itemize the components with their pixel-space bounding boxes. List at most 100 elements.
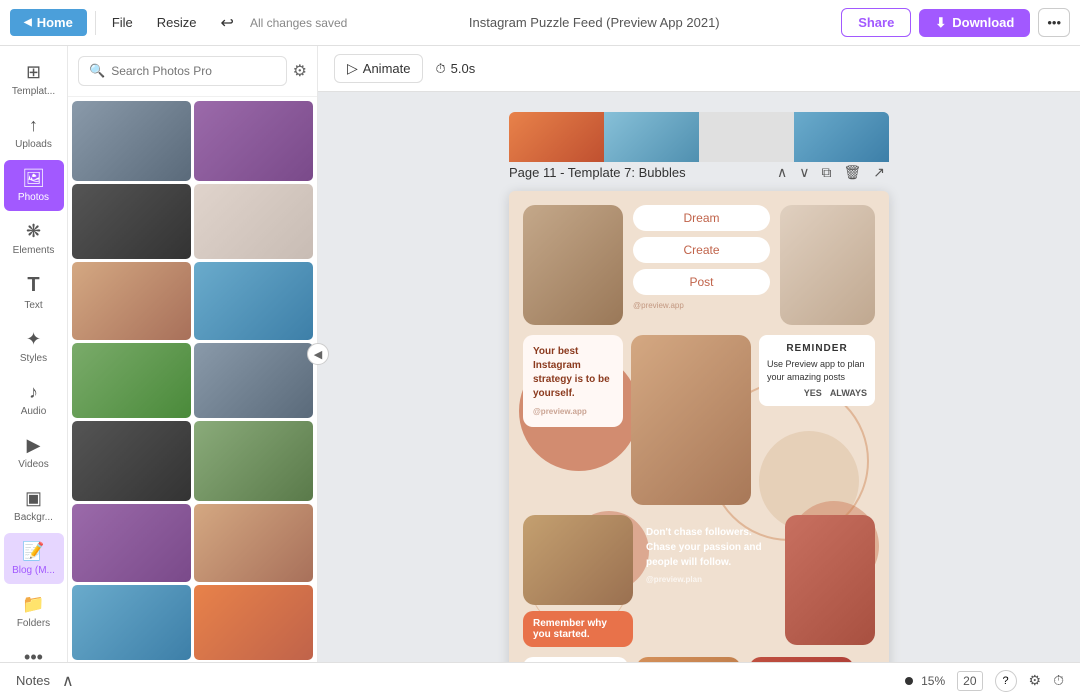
sidebar-item-elements[interactable]: ❋ Elements bbox=[4, 213, 64, 264]
dont-chase-text: Don't chase followers. Chase your passio… bbox=[646, 525, 772, 586]
undo-button[interactable]: ↩ bbox=[213, 9, 242, 37]
zoom-dot bbox=[905, 677, 913, 685]
photo-item[interactable] bbox=[72, 343, 191, 418]
sidebar-label-blog: Blog (M... bbox=[12, 565, 55, 576]
sidebar-item-audio[interactable]: ♪ Audio bbox=[4, 374, 64, 425]
topbar: Home File Resize ↩ All changes saved Ins… bbox=[0, 0, 1080, 46]
woman-red-dress-photo[interactable] bbox=[749, 657, 854, 662]
sidebar-item-folders[interactable]: 📁 Folders bbox=[4, 586, 64, 637]
uploads-icon: ↑ bbox=[29, 115, 38, 136]
template-row-3: Remember why you started. Don't chase fo… bbox=[509, 505, 889, 647]
notes-toggle-button[interactable]: Notes bbox=[16, 673, 50, 688]
woman-orange-photo[interactable] bbox=[636, 657, 741, 662]
folders-icon: 📁 bbox=[22, 594, 44, 615]
woman-laptop-photo[interactable] bbox=[780, 205, 875, 325]
sidebar-label-background: Backgr... bbox=[14, 512, 53, 523]
reminder-btns: YES ALWAYS bbox=[767, 388, 867, 398]
resize-button[interactable]: Resize bbox=[149, 11, 205, 34]
sidebar-label-styles: Styles bbox=[20, 353, 47, 364]
photo-item[interactable] bbox=[72, 184, 191, 259]
sidebar-item-videos[interactable]: ▶ Videos bbox=[4, 427, 64, 478]
audio-icon: ♪ bbox=[29, 382, 38, 403]
photo-item[interactable] bbox=[194, 101, 313, 181]
sidebar-label-audio: Audio bbox=[21, 406, 47, 417]
photo-item[interactable] bbox=[72, 585, 191, 660]
photo-item[interactable] bbox=[72, 101, 191, 181]
template-row-4: 5 Instagram tips: • Be yourself • Stay c… bbox=[509, 647, 889, 662]
sidebar-item-styles[interactable]: ✦ Styles bbox=[4, 321, 64, 372]
post-button[interactable]: Post bbox=[633, 269, 770, 295]
photo-item[interactable] bbox=[72, 262, 191, 340]
sidebar-label-text: Text bbox=[24, 300, 42, 311]
canvas-page[interactable]: Dream Create Post @preview.app Your best… bbox=[509, 191, 889, 662]
saved-status: All changes saved bbox=[250, 16, 347, 30]
photo-item[interactable] bbox=[194, 262, 313, 340]
help-button[interactable]: ? bbox=[995, 670, 1017, 692]
sidebar-item-photos[interactable]: 🖼 Photos bbox=[4, 160, 64, 211]
page-nav-up-bottom[interactable]: ∧ bbox=[62, 671, 74, 691]
photo-item[interactable] bbox=[194, 421, 313, 501]
sidebar-label-templates: Templat... bbox=[12, 86, 55, 97]
filter-button[interactable]: ⚙ bbox=[293, 61, 307, 81]
grid-icon: 20 bbox=[963, 674, 976, 688]
sidebar-item-background[interactable]: ▣ Backgr... bbox=[4, 480, 64, 531]
reminder-always-btn[interactable]: ALWAYS bbox=[830, 388, 867, 398]
photo-item[interactable] bbox=[194, 184, 313, 259]
page-copy-button[interactable]: ⧉ bbox=[817, 162, 835, 183]
woman-dress-photo[interactable] bbox=[785, 515, 875, 645]
search-input[interactable] bbox=[111, 64, 275, 78]
sidebar-item-blog[interactable]: 📝 Blog (M... bbox=[4, 533, 64, 584]
sidebar-item-templates[interactable]: ⊞ Templat... bbox=[4, 54, 64, 105]
timer-icon: ⏱ bbox=[435, 61, 445, 77]
photo-panel-wrap: 🔍 ⚙ bbox=[68, 46, 318, 662]
panel-collapse-button[interactable]: ◀ bbox=[307, 343, 329, 365]
zoom-level: 15% bbox=[921, 674, 945, 688]
page-delete-button[interactable]: 🗑 bbox=[839, 162, 865, 183]
canvas-scroll[interactable]: Page 11 - Template 7: Bubbles ∧ ∨ ⧉ 🗑 ↗ bbox=[318, 92, 1080, 662]
photo-item[interactable] bbox=[72, 421, 191, 501]
sidebar-label-videos: Videos bbox=[18, 459, 48, 470]
sidebar-item-uploads[interactable]: ↑ Uploads bbox=[4, 107, 64, 158]
photo-item[interactable] bbox=[194, 343, 313, 418]
search-input-wrapper[interactable]: 🔍 bbox=[78, 56, 287, 86]
photo-item[interactable] bbox=[194, 504, 313, 582]
download-button[interactable]: ⬇ Download bbox=[919, 9, 1030, 37]
download-icon: ⬇ bbox=[935, 15, 946, 31]
sidebar: ⊞ Templat... ↑ Uploads 🖼 Photos ❋ Elemen… bbox=[0, 46, 68, 662]
woman-center-photo[interactable] bbox=[631, 335, 751, 505]
page-more-button[interactable]: ↗ bbox=[869, 162, 889, 183]
search-bar: 🔍 ⚙ bbox=[68, 46, 317, 97]
animate-button[interactable]: ▷ Animate bbox=[334, 54, 423, 83]
dream-button[interactable]: Dream bbox=[633, 205, 770, 231]
man-photo[interactable] bbox=[523, 515, 633, 605]
photo-item[interactable] bbox=[194, 585, 313, 660]
remember-card: Remember why you started. bbox=[523, 611, 633, 647]
text-icon: T bbox=[27, 274, 39, 297]
canvas-toolbar: ▷ Animate ⏱ 5.0s bbox=[318, 46, 1080, 92]
create-button[interactable]: Create bbox=[633, 237, 770, 263]
reminder-col: REMINDER Use Preview app to plan your am… bbox=[759, 335, 875, 406]
templates-icon: ⊞ bbox=[26, 62, 41, 83]
more-options-button[interactable]: ••• bbox=[1038, 8, 1070, 37]
sidebar-label-elements: Elements bbox=[13, 245, 55, 256]
file-button[interactable]: File bbox=[104, 11, 141, 34]
videos-icon: ▶ bbox=[27, 435, 41, 456]
grid-view-button[interactable]: 20 bbox=[957, 671, 982, 691]
share-button[interactable]: Share bbox=[841, 8, 911, 37]
page-down-button[interactable]: ∨ bbox=[795, 162, 813, 183]
reminder-yes-btn[interactable]: YES bbox=[804, 388, 822, 398]
photos-icon: 🖼 bbox=[22, 168, 45, 189]
home-button[interactable]: Home bbox=[10, 9, 87, 36]
timer-bottom-button[interactable]: ⏱ bbox=[1053, 672, 1064, 689]
action-buttons-col: Dream Create Post @preview.app bbox=[633, 205, 770, 310]
sidebar-label-folders: Folders bbox=[17, 618, 50, 629]
more-icon: ••• bbox=[24, 647, 43, 662]
sidebar-item-more[interactable]: ••• More bbox=[4, 639, 64, 662]
sidebar-item-text[interactable]: T Text bbox=[4, 266, 64, 319]
timer-button[interactable]: ⏱ 5.0s bbox=[435, 61, 475, 77]
settings-button[interactable]: ⚙ bbox=[1029, 672, 1042, 689]
photo-item[interactable] bbox=[72, 504, 191, 582]
couple-photo[interactable] bbox=[523, 205, 623, 325]
dont-chase-handle: @preview.plan bbox=[646, 574, 772, 586]
page-up-button[interactable]: ∧ bbox=[773, 162, 791, 183]
